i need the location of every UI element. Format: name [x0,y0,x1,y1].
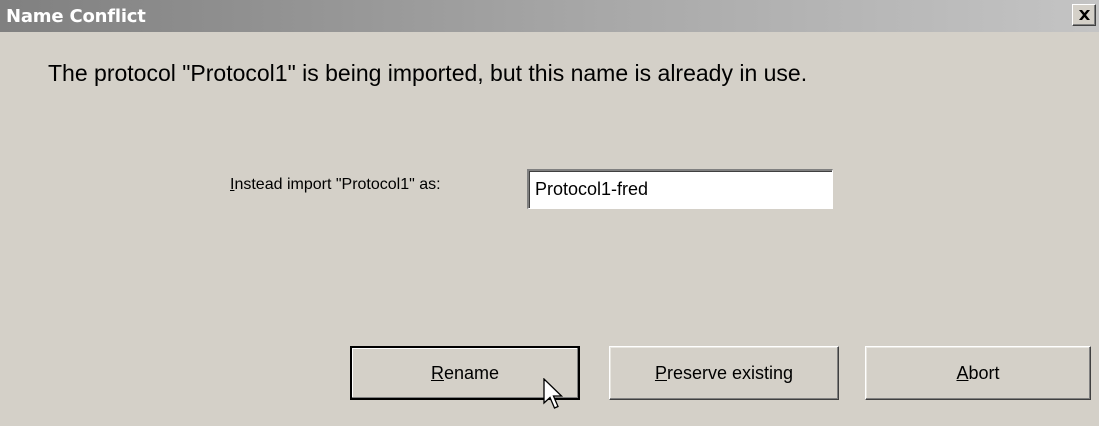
conflict-message: The protocol "Protocol1" is being import… [48,60,808,86]
preserve-label: reserve existing [666,363,794,383]
rename-label-text: nstead import "Protocol1" as: [234,176,441,193]
abort-label: bort [968,363,1000,383]
preserve-existing-button[interactable]: Preserve existing [609,346,839,400]
preserve-mnemonic: P [654,363,667,383]
mouse-pointer-icon [543,378,564,409]
name-conflict-dialog: Name Conflict The protocol "Protocol1" i… [0,0,1099,426]
abort-mnemonic: A [956,363,969,383]
abort-button[interactable]: Abort [865,346,1091,400]
window-title: Name Conflict [6,6,146,27]
new-name-input[interactable] [527,169,833,209]
title-bar[interactable]: Name Conflict [0,0,1099,32]
close-button[interactable] [1072,4,1096,26]
rename-mnemonic: R [430,363,444,383]
close-icon [1079,10,1090,20]
rename-field-label: Instead import "Protocol1" as: [230,176,441,194]
rename-label: ename [443,363,500,383]
